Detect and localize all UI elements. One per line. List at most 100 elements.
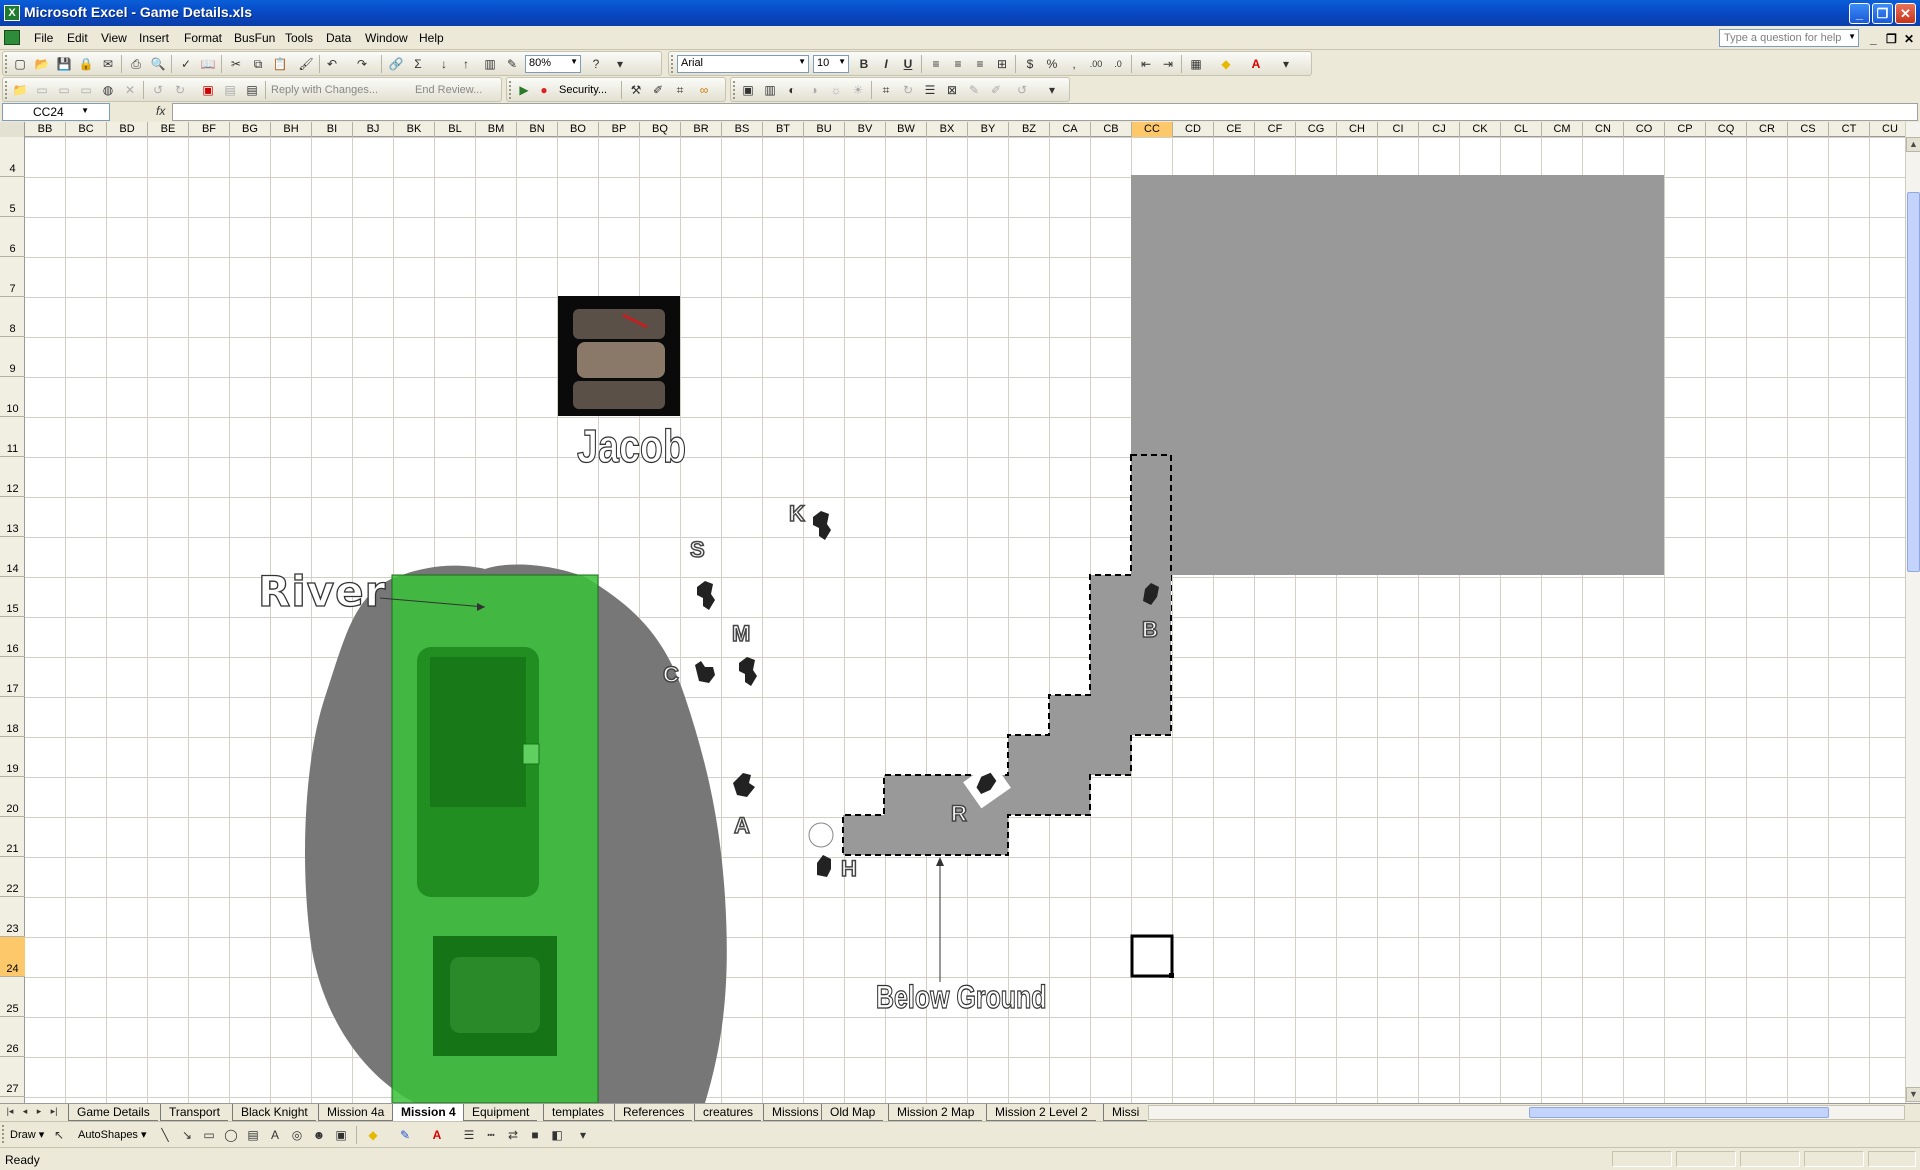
compress-icon[interactable]: ⊠	[943, 81, 961, 99]
line-tool-icon[interactable]: ╲	[156, 1126, 174, 1144]
column-header-cb[interactable]: CB	[1091, 122, 1132, 137]
unit-c-icon[interactable]	[695, 661, 715, 683]
cut-icon[interactable]: ✂	[227, 55, 245, 73]
column-header-cd[interactable]: CD	[1173, 122, 1214, 137]
sheet-tab-mission-4a[interactable]: Mission 4a	[318, 1104, 393, 1121]
autoshapes-menu-button[interactable]: AutoShapes ▾	[78, 1128, 147, 1141]
unit-s-icon[interactable]	[697, 581, 715, 610]
horizontal-scrollbar[interactable]	[1148, 1105, 1905, 1120]
toolbar-grip[interactable]	[2, 1125, 5, 1143]
column-header-bx[interactable]: BX	[927, 122, 968, 137]
set-transparent-color-icon[interactable]: ✐	[987, 81, 1005, 99]
unit-label-k[interactable]: K	[788, 500, 805, 527]
column-header-bi[interactable]: BI	[312, 122, 353, 137]
select-all-corner[interactable]	[0, 122, 25, 137]
row-header-11[interactable]: 11	[0, 417, 25, 457]
toolbar-grip[interactable]	[733, 81, 736, 99]
show-comment-icon[interactable]: ◍	[99, 81, 117, 99]
vertical-scroll-thumb[interactable]	[1907, 192, 1920, 572]
column-header-bh[interactable]: BH	[271, 122, 312, 137]
doc-restore-button[interactable]: ❐	[1886, 32, 1897, 46]
toolbar-options-icon[interactable]: ▾	[1277, 55, 1295, 73]
row-header-20[interactable]: 20	[0, 777, 25, 817]
script-editor-icon[interactable]: ⌗	[671, 81, 689, 99]
sheet-tab-transport[interactable]: Transport	[160, 1104, 228, 1121]
document-icon[interactable]	[4, 30, 20, 45]
horizontal-scroll-thumb[interactable]	[1529, 1107, 1829, 1118]
below-ground-area[interactable]	[842, 454, 1172, 856]
sheet-tab-creatures[interactable]: creatures	[694, 1104, 762, 1121]
column-header-cn[interactable]: CN	[1583, 122, 1624, 137]
insert-function-icon[interactable]: fx	[156, 104, 165, 118]
menu-file[interactable]: File	[34, 31, 53, 45]
toolbar-grip[interactable]	[5, 81, 8, 99]
column-header-ca[interactable]: CA	[1050, 122, 1091, 137]
row-header-17[interactable]: 17	[0, 657, 25, 697]
row-header-26[interactable]: 26	[0, 1017, 25, 1057]
column-header-ct[interactable]: CT	[1829, 122, 1870, 137]
row-header-5[interactable]: 5	[0, 177, 25, 217]
sheet-tab-missions[interactable]: Missions	[763, 1104, 827, 1121]
more-contrast-icon[interactable]: ◐	[783, 81, 801, 99]
column-header-bc[interactable]: BC	[66, 122, 107, 137]
bold-icon[interactable]: B	[855, 55, 873, 73]
more-brightness-icon[interactable]: ☼	[827, 81, 845, 99]
undo-icon[interactable]: ↶	[323, 55, 341, 73]
design-mode-icon[interactable]: ✐	[649, 81, 667, 99]
column-header-cr[interactable]: CR	[1747, 122, 1788, 137]
name-box[interactable]: CC24 ▼	[2, 103, 110, 121]
column-header-bg[interactable]: BG	[230, 122, 271, 137]
row-header-14[interactable]: 14	[0, 537, 25, 577]
less-brightness-icon[interactable]: ☀	[849, 81, 867, 99]
redo-icon[interactable]: ↷	[353, 55, 371, 73]
column-header-bo[interactable]: BO	[558, 122, 599, 137]
row-header-16[interactable]: 16	[0, 617, 25, 657]
row-header-4[interactable]: 4	[0, 137, 25, 177]
permission-icon[interactable]: 🔒	[77, 55, 95, 73]
row-header-8[interactable]: 8	[0, 297, 25, 337]
format-picture-icon[interactable]: ✎	[965, 81, 983, 99]
help-search-input[interactable]: Type a question for help ▼	[1719, 29, 1859, 47]
arrow-tool-icon[interactable]: ↘	[178, 1126, 196, 1144]
increase-indent-icon[interactable]: ⇥	[1159, 55, 1177, 73]
row-header-9[interactable]: 9	[0, 337, 25, 377]
paste-icon[interactable]: 📋	[271, 55, 289, 73]
sheet-tab-black-knight[interactable]: Black Knight	[232, 1104, 316, 1121]
picture-icon[interactable]: ▣	[332, 1126, 350, 1144]
jacob-label[interactable]: Jacob	[576, 419, 686, 473]
comma-style-icon[interactable]: ,	[1065, 55, 1083, 73]
menu-tools[interactable]: Tools	[285, 31, 313, 45]
zoom-select[interactable]: 80% ▼	[525, 55, 581, 73]
doc-close-button[interactable]: ✕	[1904, 32, 1914, 46]
sheet-tab-mission-2-level-2[interactable]: Mission 2 Level 2	[986, 1104, 1096, 1121]
print-preview-icon[interactable]: 🔍	[149, 55, 167, 73]
borders-icon[interactable]: ▦	[1187, 55, 1205, 73]
column-header-bz[interactable]: BZ	[1009, 122, 1050, 137]
sheet-tab-templates[interactable]: templates	[543, 1104, 613, 1121]
column-header-bp[interactable]: BP	[599, 122, 640, 137]
menu-insert[interactable]: Insert	[139, 31, 169, 45]
scroll-down-icon[interactable]: ▼	[1906, 1087, 1920, 1102]
crop-icon[interactable]: ⌗	[877, 81, 895, 99]
3d-style-icon[interactable]: ◧	[548, 1126, 566, 1144]
row-header-15[interactable]: 15	[0, 577, 25, 617]
scroll-up-icon[interactable]: ▲	[1906, 137, 1920, 152]
column-header-ck[interactable]: CK	[1460, 122, 1501, 137]
dash-style-icon[interactable]: ┅	[482, 1126, 500, 1144]
reviewing-pane-icon[interactable]: ▣	[199, 81, 217, 99]
river-label[interactable]: River	[257, 566, 386, 616]
column-header-bv[interactable]: BV	[845, 122, 886, 137]
column-header-cj[interactable]: CJ	[1419, 122, 1460, 137]
sheet-tab-missi[interactable]: Missi	[1103, 1104, 1148, 1121]
close-button[interactable]: ✕	[1895, 3, 1916, 24]
column-header-cl[interactable]: CL	[1501, 122, 1542, 137]
column-header-bf[interactable]: BF	[189, 122, 230, 137]
diagram-icon[interactable]: ◎	[288, 1126, 306, 1144]
spelling-icon[interactable]: ✓	[177, 55, 195, 73]
unit-label-a[interactable]: A	[733, 812, 750, 839]
row-header-6[interactable]: 6	[0, 217, 25, 257]
chart-wizard-icon[interactable]: ▥	[481, 55, 499, 73]
row-header-18[interactable]: 18	[0, 697, 25, 737]
end-review-button[interactable]: End Review...	[415, 84, 482, 96]
column-header-bu[interactable]: BU	[804, 122, 845, 137]
